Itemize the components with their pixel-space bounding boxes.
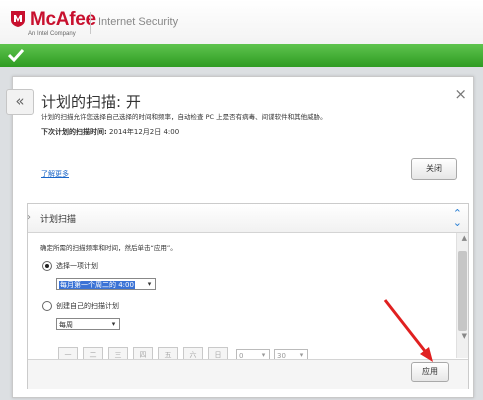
- close-icon[interactable]: ×: [454, 85, 467, 103]
- next-scan-label: 下次计划的扫描时间:: [41, 128, 107, 136]
- learn-more-link[interactable]: 了解更多: [41, 169, 69, 179]
- custom-schedule-label: 创建自己的扫描计划: [56, 302, 119, 310]
- next-scan-info: 下次计划的扫描时间: 2014年12月2日 4:00: [41, 127, 179, 137]
- dialog-description: 计划的扫描允许您选择自己选择的时间和频率，自动检查 PC 上是否有病毒、间谍软件…: [41, 113, 327, 121]
- status-bar: [0, 44, 483, 67]
- scroll-up-icon[interactable]: ▲: [462, 234, 467, 242]
- brand-tagline: An Intel Company: [28, 31, 76, 37]
- schedule-section-header[interactable]: › 计划扫描 ⌃ ⌄: [27, 204, 468, 233]
- next-scan-value: 2014年12月2日 4:00: [109, 128, 180, 136]
- preset-schedule-radio[interactable]: [42, 261, 52, 271]
- mcafee-shield-icon: [11, 11, 25, 27]
- dialog-title: 计划的扫描: 开: [41, 93, 141, 111]
- chevron-down-icon: ▾: [111, 320, 116, 328]
- preset-schedule-select[interactable]: 每月第一个周二的 4:00 ▾: [56, 278, 156, 290]
- scroll-down-icon[interactable]: ▼: [462, 332, 467, 340]
- mcafee-logo: McAfee An Intel Company: [10, 9, 96, 37]
- double-chevron-left-icon[interactable]: «: [6, 89, 34, 115]
- product-name: Internet Security: [98, 16, 179, 28]
- close-button[interactable]: 关闭: [411, 158, 457, 180]
- scrollbar-thumb[interactable]: [458, 251, 467, 331]
- collapse-chevrons-icon[interactable]: ⌃ ⌄: [453, 208, 462, 228]
- app-header: McAfee An Intel Company Internet Securit…: [0, 0, 483, 45]
- preset-schedule-value: 每月第一个周二的 4:00: [59, 281, 135, 289]
- checkmark-icon: [8, 48, 24, 62]
- chevron-down-icon: ▾: [147, 280, 152, 288]
- preset-schedule-label: 选择一项计划: [56, 262, 98, 270]
- header-divider: [90, 12, 91, 34]
- custom-schedule-radio[interactable]: [42, 301, 52, 311]
- frequency-select[interactable]: 每周 ▾: [56, 318, 120, 330]
- schedule-instruction: 确定所需的扫描频率和时间，然后单击“应用”。: [40, 244, 177, 252]
- schedule-section-title: 计划扫描: [40, 215, 77, 225]
- chevron-right-icon: ›: [27, 212, 31, 223]
- annotation-arrow-icon: [383, 299, 433, 362]
- brand-name: McAfee: [30, 9, 96, 30]
- frequency-value: 每周: [59, 321, 73, 329]
